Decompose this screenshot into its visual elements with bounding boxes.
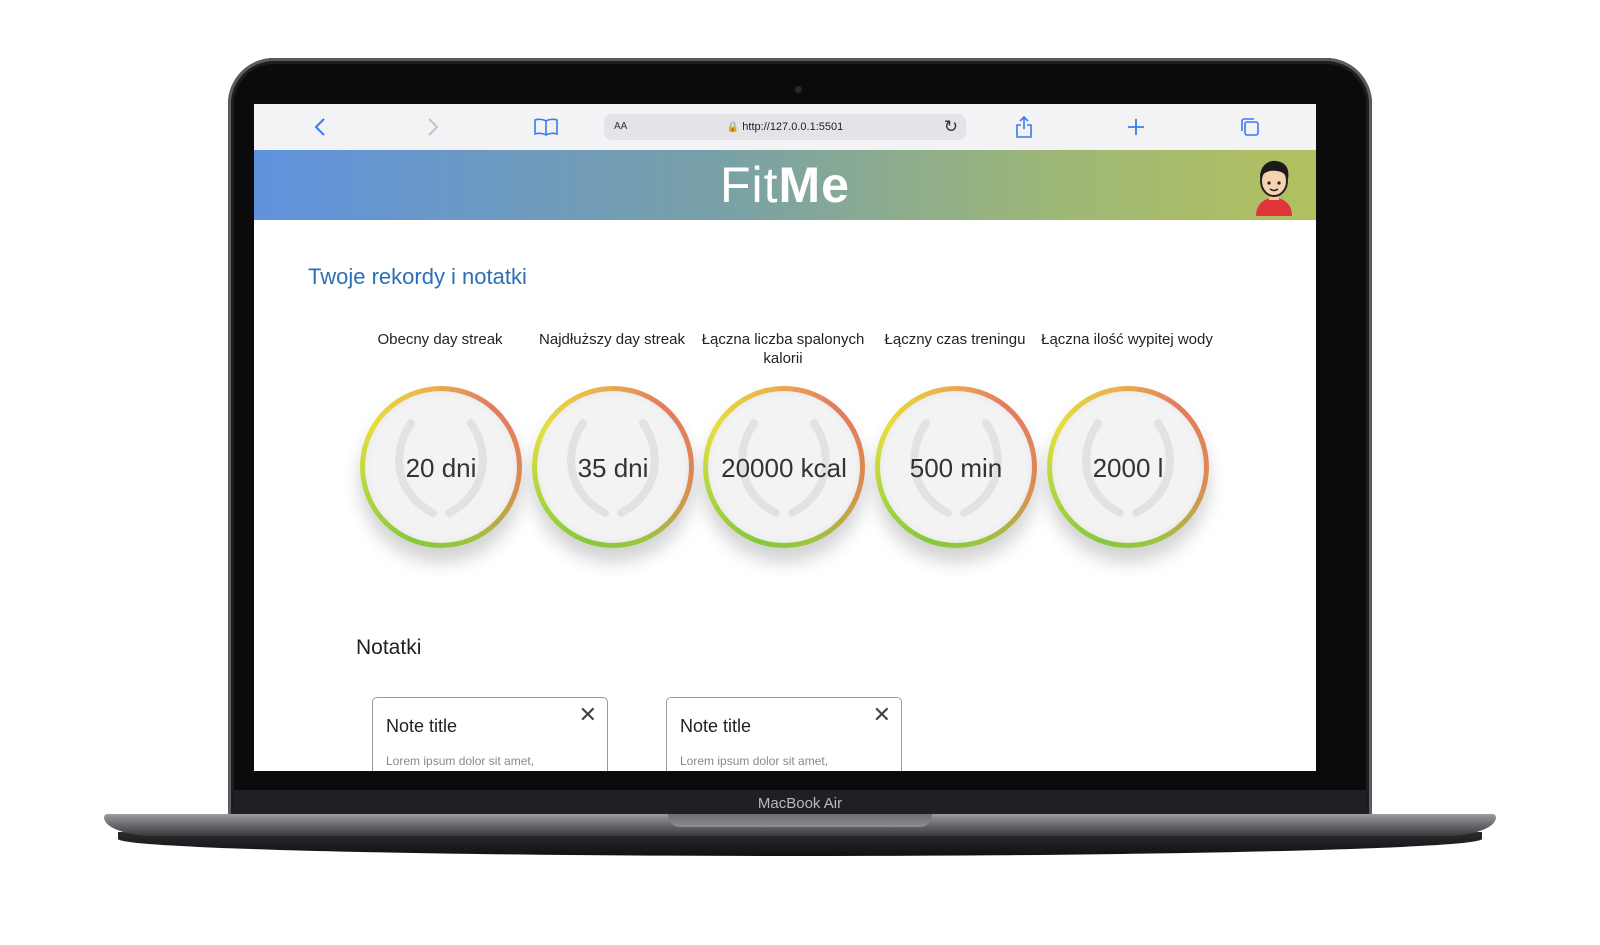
note-title: Note title xyxy=(386,716,458,736)
brand-part-2: Me xyxy=(778,157,850,213)
record-label: Łączny czas treningu xyxy=(884,331,1026,348)
record-badge: 500 min xyxy=(875,386,1037,548)
laptop-notch xyxy=(668,814,932,827)
note-card[interactable]: Note title ✕ Lorem ipsum dolor sit amet, xyxy=(666,697,902,771)
close-icon[interactable]: ✕ xyxy=(579,704,597,726)
record-value: 20 dni xyxy=(405,453,477,483)
new-tab-icon[interactable] xyxy=(1123,114,1149,140)
record-item: Łączna liczba spalonych kalorii 20000 kc… xyxy=(699,330,867,570)
back-icon[interactable] xyxy=(307,114,333,140)
browser-toolbar: AA 🔒 http://127.0.0.1:5501 ↻ xyxy=(254,104,1316,151)
url-value: http://127.0.0.1:5501 xyxy=(742,121,844,133)
note-card[interactable]: Note title ✕ Lorem ipsum dolor sit amet, xyxy=(372,697,608,771)
page-title: Twoje rekordy i notatki xyxy=(308,264,527,289)
address-bar[interactable]: AA 🔒 http://127.0.0.1:5501 ↻ xyxy=(604,114,966,140)
record-badge: 20 dni xyxy=(360,386,522,548)
reload-icon[interactable]: ↻ xyxy=(944,117,958,137)
record-badge: 2000 l xyxy=(1047,386,1209,548)
record-label: Najdłuższy day streak xyxy=(539,331,685,348)
bookmarks-icon[interactable] xyxy=(533,114,559,140)
record-value: 2000 l xyxy=(1092,453,1164,483)
url-text: 🔒 http://127.0.0.1:5501 xyxy=(604,121,966,133)
brand-logo[interactable]: FitMe xyxy=(254,156,1316,214)
share-icon[interactable] xyxy=(1011,114,1037,140)
record-item: Łączny czas treningu 500 min xyxy=(871,330,1039,570)
app-header: FitMe xyxy=(254,150,1316,220)
note-title: Note title xyxy=(680,716,752,736)
screen: AA 🔒 http://127.0.0.1:5501 ↻ FitMe Twoje… xyxy=(254,104,1316,771)
record-badge: 20000 kcal xyxy=(703,386,865,548)
note-body: Lorem ipsum dolor sit amet, xyxy=(386,754,535,768)
record-item: Najdłuższy day streak 35 dni xyxy=(528,330,696,570)
record-value: 500 min xyxy=(909,453,1003,483)
record-value: 35 dni xyxy=(577,453,649,483)
note-body: Lorem ipsum dolor sit amet, xyxy=(680,754,829,768)
forward-icon[interactable] xyxy=(420,114,446,140)
camera-icon xyxy=(795,86,802,93)
avatar[interactable] xyxy=(1252,158,1296,216)
lock-icon: 🔒 xyxy=(726,122,740,133)
record-label: Obecny day streak xyxy=(377,331,503,348)
record-item: Łączna ilość wypitej wody 2000 l xyxy=(1041,330,1213,570)
record-label: Łączna liczba spalonych kalorii xyxy=(701,331,865,367)
record-badge: 35 dni xyxy=(532,386,694,548)
record-label: Łączna ilość wypitej wody xyxy=(1041,331,1213,348)
close-icon[interactable]: ✕ xyxy=(873,704,891,726)
tabs-icon[interactable] xyxy=(1237,114,1263,140)
record-item: Obecny day streak 20 dni xyxy=(356,330,524,570)
notes-heading: Notatki xyxy=(356,636,422,659)
record-value: 20000 kcal xyxy=(721,453,847,483)
brand-part-1: Fit xyxy=(719,157,779,213)
